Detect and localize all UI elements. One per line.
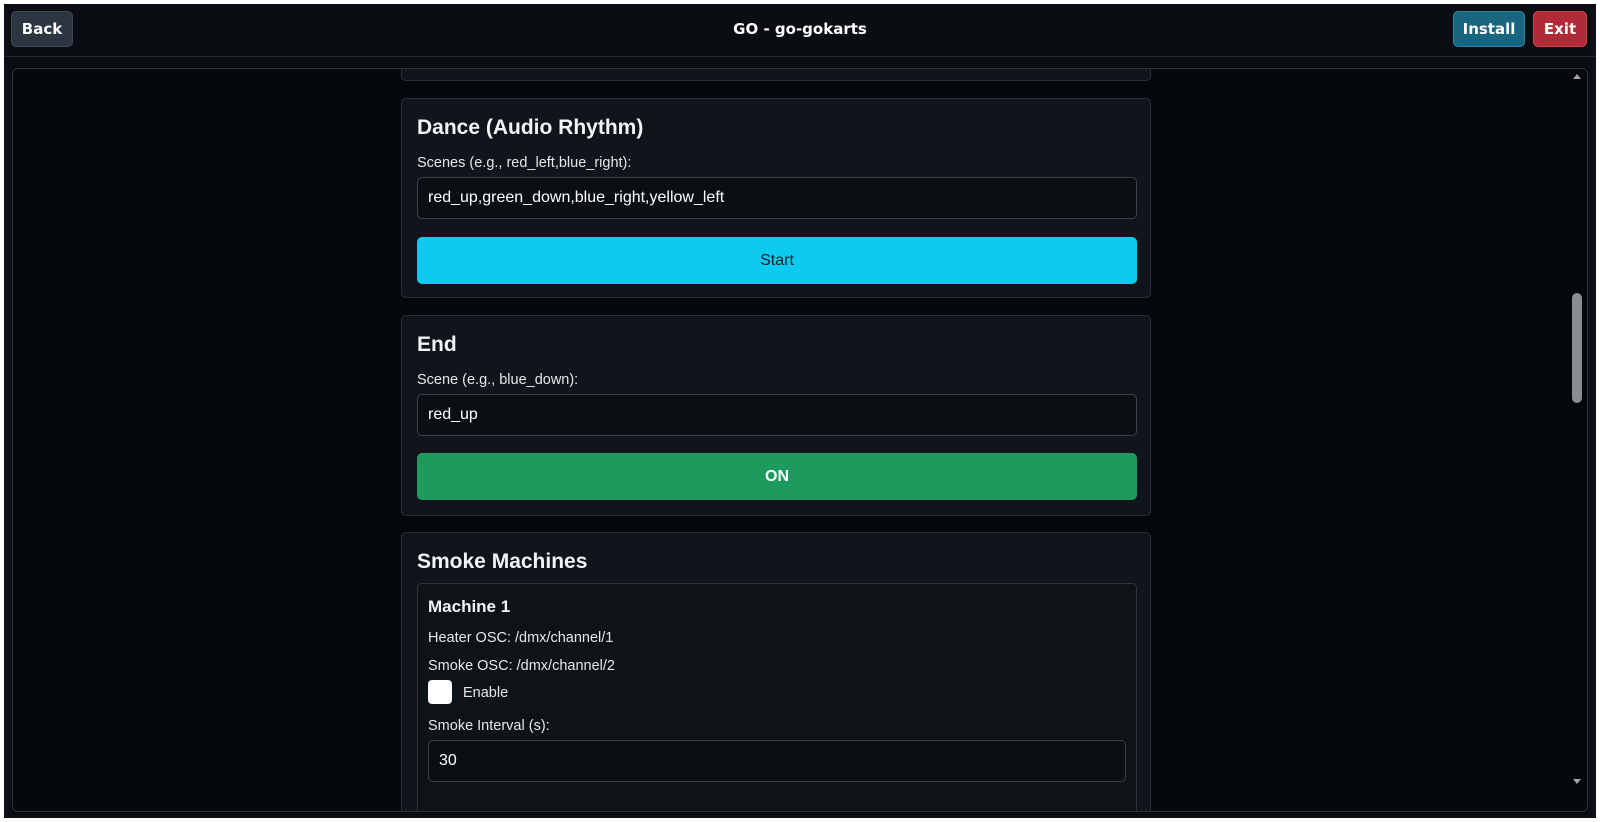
app-window: Back GO - go-gokarts Install Exit Dance … xyxy=(4,4,1596,818)
install-button[interactable]: Install xyxy=(1453,11,1525,47)
end-on-button[interactable]: ON xyxy=(417,453,1137,500)
dance-scenes-label: Scenes (e.g., red_left,blue_right): xyxy=(417,155,632,171)
scroll-up-arrow-icon[interactable] xyxy=(1573,74,1581,79)
dance-scenes-input[interactable]: red_up,green_down,blue_right,yellow_left xyxy=(417,177,1137,219)
smoke-osc-text: Smoke OSC: /dmx/channel/2 xyxy=(428,658,615,674)
previous-card xyxy=(401,69,1151,81)
scrollbar[interactable] xyxy=(1568,69,1587,811)
scroll-content-panel: Dance (Audio Rhythm) Scenes (e.g., red_l… xyxy=(12,68,1588,812)
machine-card: Machine 1 Heater OSC: /dmx/channel/1 Smo… xyxy=(417,583,1137,811)
end-scene-label: Scene (e.g., blue_down): xyxy=(417,372,579,388)
top-bar: Back GO - go-gokarts Install Exit xyxy=(4,4,1596,57)
machine-name: Machine 1 xyxy=(428,597,511,616)
scroll-down-arrow-icon[interactable] xyxy=(1573,779,1581,784)
scroll-thumb[interactable] xyxy=(1572,293,1582,403)
dance-title: Dance (Audio Rhythm) xyxy=(417,116,644,139)
smoke-interval-input[interactable]: 30 xyxy=(428,740,1126,782)
exit-button[interactable]: Exit xyxy=(1533,11,1587,47)
enable-checkbox[interactable] xyxy=(428,680,452,704)
end-title: End xyxy=(417,333,457,356)
smoke-machines-title: Smoke Machines xyxy=(417,550,588,573)
smoke-machines-card: Smoke Machines Machine 1 Heater OSC: /dm… xyxy=(401,532,1151,811)
dance-start-button[interactable]: Start xyxy=(417,237,1137,284)
end-card: End Scene (e.g., blue_down): red_up ON xyxy=(401,315,1151,516)
end-scene-input[interactable]: red_up xyxy=(417,394,1137,436)
smoke-interval-label: Smoke Interval (s): xyxy=(428,718,550,734)
enable-label: Enable xyxy=(463,685,509,701)
dance-card: Dance (Audio Rhythm) Scenes (e.g., red_l… xyxy=(401,98,1151,298)
page-title: GO - go-gokarts xyxy=(733,20,867,38)
heater-osc-text: Heater OSC: /dmx/channel/1 xyxy=(428,630,614,646)
